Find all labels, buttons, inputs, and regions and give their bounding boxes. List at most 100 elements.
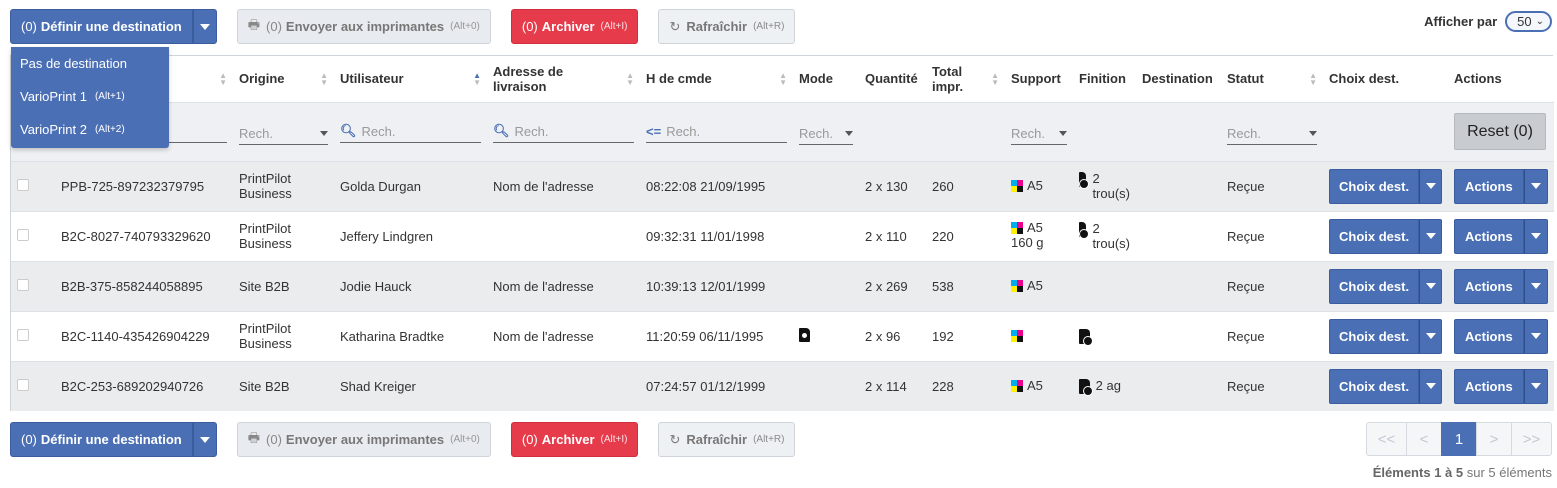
- col-utilisateur[interactable]: Utilisateur ▲ ▼: [334, 56, 487, 102]
- col-origine[interactable]: Origine ▲ ▼: [233, 56, 334, 102]
- pagination: << < 1 > >>: [1366, 422, 1552, 456]
- archive-button-bottom[interactable]: (0) Archiver (Alt+I): [510, 422, 639, 457]
- dropdown-item-varioprint-1[interactable]: VarioPrint 1 (Alt+1): [11, 80, 169, 113]
- actions-caret[interactable]: [1523, 268, 1548, 304]
- col-quantite: Quantité: [859, 56, 926, 102]
- choose-destination-button[interactable]: Choix dest.: [1329, 268, 1420, 304]
- choose-destination-caret[interactable]: [1419, 318, 1442, 354]
- refresh-button-bottom[interactable]: ↻ Rafraîchir (Alt+R): [658, 422, 796, 457]
- cell-quantite: 2 x 130: [859, 160, 926, 211]
- choose-destination-button[interactable]: Choix dest.: [1329, 368, 1420, 404]
- page-prev-button[interactable]: <: [1406, 422, 1442, 456]
- date-operator[interactable]: <=: [646, 124, 661, 139]
- col-total-label: Total impr.: [932, 63, 964, 94]
- utilisateur-filter-input[interactable]: 🔍︎ Rech.: [340, 121, 481, 143]
- send-to-printers-button[interactable]: 🖶 (0) Envoyer aux imprimantes (Alt+0): [236, 9, 491, 44]
- set-destination-button[interactable]: (0) Définir une destination: [10, 9, 193, 44]
- sort-icon: ▲ ▼: [320, 70, 328, 87]
- dropdown-item-varioprint-2[interactable]: VarioPrint 2 (Alt+2): [11, 113, 169, 146]
- reset-filters-button[interactable]: Reset (0): [1454, 113, 1546, 150]
- cell-support: [1005, 310, 1073, 361]
- col-support-label: Support: [1011, 71, 1061, 87]
- col-statut-label: Statut: [1227, 71, 1264, 87]
- actions-caret[interactable]: [1523, 368, 1548, 404]
- row-checkbox[interactable]: [17, 278, 29, 291]
- set-destination-caret-button[interactable]: [192, 9, 217, 44]
- actions-button[interactable]: Actions: [1454, 368, 1524, 404]
- table-row[interactable]: B2C-253-689202940726 Site B2B Shad Kreig…: [11, 360, 1554, 411]
- table-row[interactable]: B2C-8027-740793329620 PrintPilot Busines…: [11, 210, 1554, 261]
- finishing-icon: [1079, 328, 1093, 346]
- cell-statut: Reçue: [1221, 210, 1323, 261]
- refresh-button[interactable]: ↻ Rafraîchir (Alt+R): [658, 9, 796, 44]
- actions-caret[interactable]: [1523, 318, 1548, 354]
- choose-destination-button[interactable]: Choix dest.: [1329, 318, 1420, 354]
- col-adresse[interactable]: Adresse de livraison ▲ ▼: [487, 56, 640, 102]
- search-icon: 🔍︎: [493, 123, 510, 138]
- cell-destination: [1136, 210, 1221, 261]
- filter-placeholder: Rech.: [799, 125, 833, 141]
- cell-adresse: Nom de l'adresse: [487, 160, 640, 211]
- page-current-button[interactable]: 1: [1441, 422, 1477, 456]
- cell-support: A5: [1005, 260, 1073, 311]
- caret-down-icon: [1530, 383, 1541, 390]
- cell-actions: Actions: [1448, 310, 1554, 361]
- filter-placeholder: Rech.: [239, 125, 273, 141]
- send-label: Envoyer aux imprimantes: [285, 432, 445, 447]
- table-row[interactable]: B2C-1140-435426904229 PrintPilot Busines…: [11, 310, 1554, 361]
- actions-button[interactable]: Actions: [1454, 318, 1524, 354]
- mode-filter-select[interactable]: Rech.: [799, 123, 853, 145]
- support-format: A5: [1027, 177, 1043, 193]
- row-checkbox[interactable]: [17, 328, 29, 341]
- table-row[interactable]: PPB-725-897232379795 PrintPilot Business…: [11, 160, 1554, 211]
- actions-caret[interactable]: [1523, 218, 1548, 254]
- statut-filter-select[interactable]: Rech.: [1227, 123, 1317, 145]
- choose-destination-caret[interactable]: [1419, 268, 1442, 304]
- page-last-button[interactable]: >>: [1511, 422, 1552, 456]
- sort-icon: ▲ ▼: [991, 70, 999, 87]
- support-filter-select[interactable]: Rech.: [1011, 123, 1067, 145]
- table-row[interactable]: B2B-375-858244058895 Site B2B Jodie Hauc…: [11, 260, 1554, 311]
- row-checkbox[interactable]: [17, 378, 29, 391]
- archive-button[interactable]: (0) Archiver (Alt+I): [510, 9, 639, 44]
- row-checkbox[interactable]: [17, 228, 29, 241]
- per-page-select[interactable]: 50 ⌄: [1505, 11, 1552, 32]
- actions-button[interactable]: Actions: [1454, 168, 1524, 204]
- send-shortcut: (Alt+0): [450, 21, 480, 32]
- choose-destination-caret[interactable]: [1419, 168, 1442, 204]
- cell-choix: Choix dest.: [1323, 260, 1448, 311]
- page-first-button[interactable]: <<: [1366, 422, 1407, 456]
- cell-finition: 2 trou(s): [1073, 160, 1136, 211]
- per-page-control: Afficher par 50 ⌄: [1424, 11, 1552, 32]
- actions-split: Actions: [1454, 218, 1548, 254]
- choose-destination-caret[interactable]: [1419, 368, 1442, 404]
- row-checkbox[interactable]: [17, 178, 29, 191]
- col-mode-label: Mode: [799, 71, 833, 87]
- set-destination-button-bottom[interactable]: (0) Définir une destination: [10, 422, 193, 457]
- cell-destination: [1136, 160, 1221, 211]
- caret-down-icon: [1425, 183, 1436, 189]
- cell-total: 220: [926, 210, 1005, 261]
- actions-button[interactable]: Actions: [1454, 268, 1524, 304]
- adresse-filter-input[interactable]: 🔍︎ Rech.: [493, 121, 634, 143]
- col-statut[interactable]: Statut ▲ ▼: [1221, 56, 1323, 102]
- filter-placeholder: Rech.: [361, 123, 396, 139]
- set-destination-count: (0): [21, 432, 37, 447]
- choose-destination-caret[interactable]: [1419, 218, 1442, 254]
- date-filter-input[interactable]: <= Rech.: [646, 121, 787, 143]
- set-destination-caret-button-bottom[interactable]: [192, 422, 217, 457]
- col-total[interactable]: Total impr. ▲ ▼: [926, 56, 1005, 102]
- page-next-button[interactable]: >: [1476, 422, 1512, 456]
- choose-destination-button[interactable]: Choix dest.: [1329, 168, 1420, 204]
- dropdown-item-no-destination[interactable]: Pas de destination: [11, 47, 169, 80]
- actions-button[interactable]: Actions: [1454, 218, 1524, 254]
- send-to-printers-button-bottom[interactable]: 🖶 (0) Envoyer aux imprimantes (Alt+0): [236, 422, 491, 457]
- cell-hcmde: 07:24:57 01/12/1999: [640, 360, 793, 411]
- col-choix: Choix dest.: [1323, 56, 1448, 102]
- actions-caret[interactable]: [1523, 168, 1548, 204]
- choose-destination-button[interactable]: Choix dest.: [1329, 218, 1420, 254]
- col-hcmde[interactable]: H de cmde ▲ ▼: [640, 56, 793, 102]
- finishing-label: 2 ag: [1095, 377, 1121, 393]
- cell-mode: [793, 260, 859, 311]
- origine-filter-select[interactable]: Rech.: [239, 123, 328, 145]
